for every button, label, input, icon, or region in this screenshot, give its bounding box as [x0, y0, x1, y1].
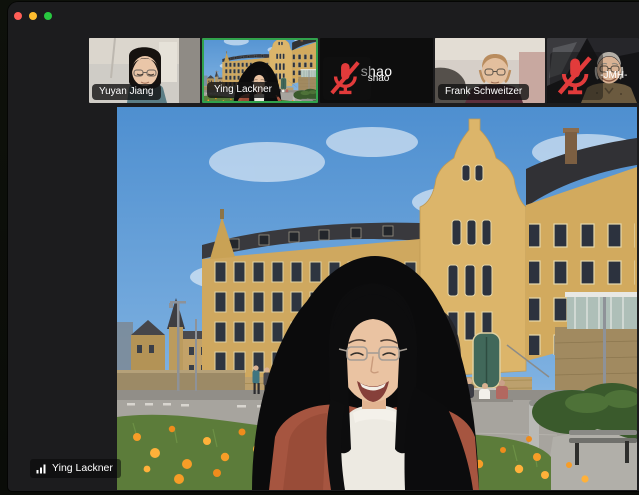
participant-name-label: -JMH- [550, 52, 603, 100]
close-window-button[interactable] [14, 12, 22, 20]
participant-tile-yuyan-jiang[interactable]: Yuyan Jiang [89, 38, 200, 103]
participant-name-label: Yuyan Jiang [92, 84, 161, 100]
speaker-name-text: Ying Lackner [52, 463, 113, 474]
participant-name-label: Ying Lackner [207, 82, 279, 98]
participant-tile-frank-schweitzer[interactable]: Frank Schweitzer [435, 38, 545, 103]
audio-level-bars-icon [36, 463, 47, 474]
main-stage-video-ying-lackner[interactable] [117, 107, 637, 490]
participant-name-label: shao [323, 57, 371, 100]
virtual-background-scene [117, 107, 637, 490]
mic-muted-icon [554, 55, 596, 97]
zoom-meeting-window: Yuyan Jiang Ying Lackner shao shao [8, 2, 639, 491]
participant-tile-jmh[interactable]: -JMH- [547, 38, 639, 103]
participant-tile-shao-video-off[interactable]: shao shao [320, 38, 433, 103]
minimize-window-button[interactable] [29, 12, 37, 20]
participant-name-label: Frank Schweitzer [438, 84, 529, 100]
desktop-background: Yuyan Jiang Ying Lackner shao shao [0, 0, 639, 495]
participant-tile-ying-lackner-active-speaker[interactable]: Ying Lackner [202, 38, 318, 103]
speaker-name-label: Ying Lackner [30, 459, 121, 478]
mic-muted-icon [327, 60, 364, 97]
window-titlebar [8, 2, 639, 36]
fullscreen-window-button[interactable] [44, 12, 52, 20]
